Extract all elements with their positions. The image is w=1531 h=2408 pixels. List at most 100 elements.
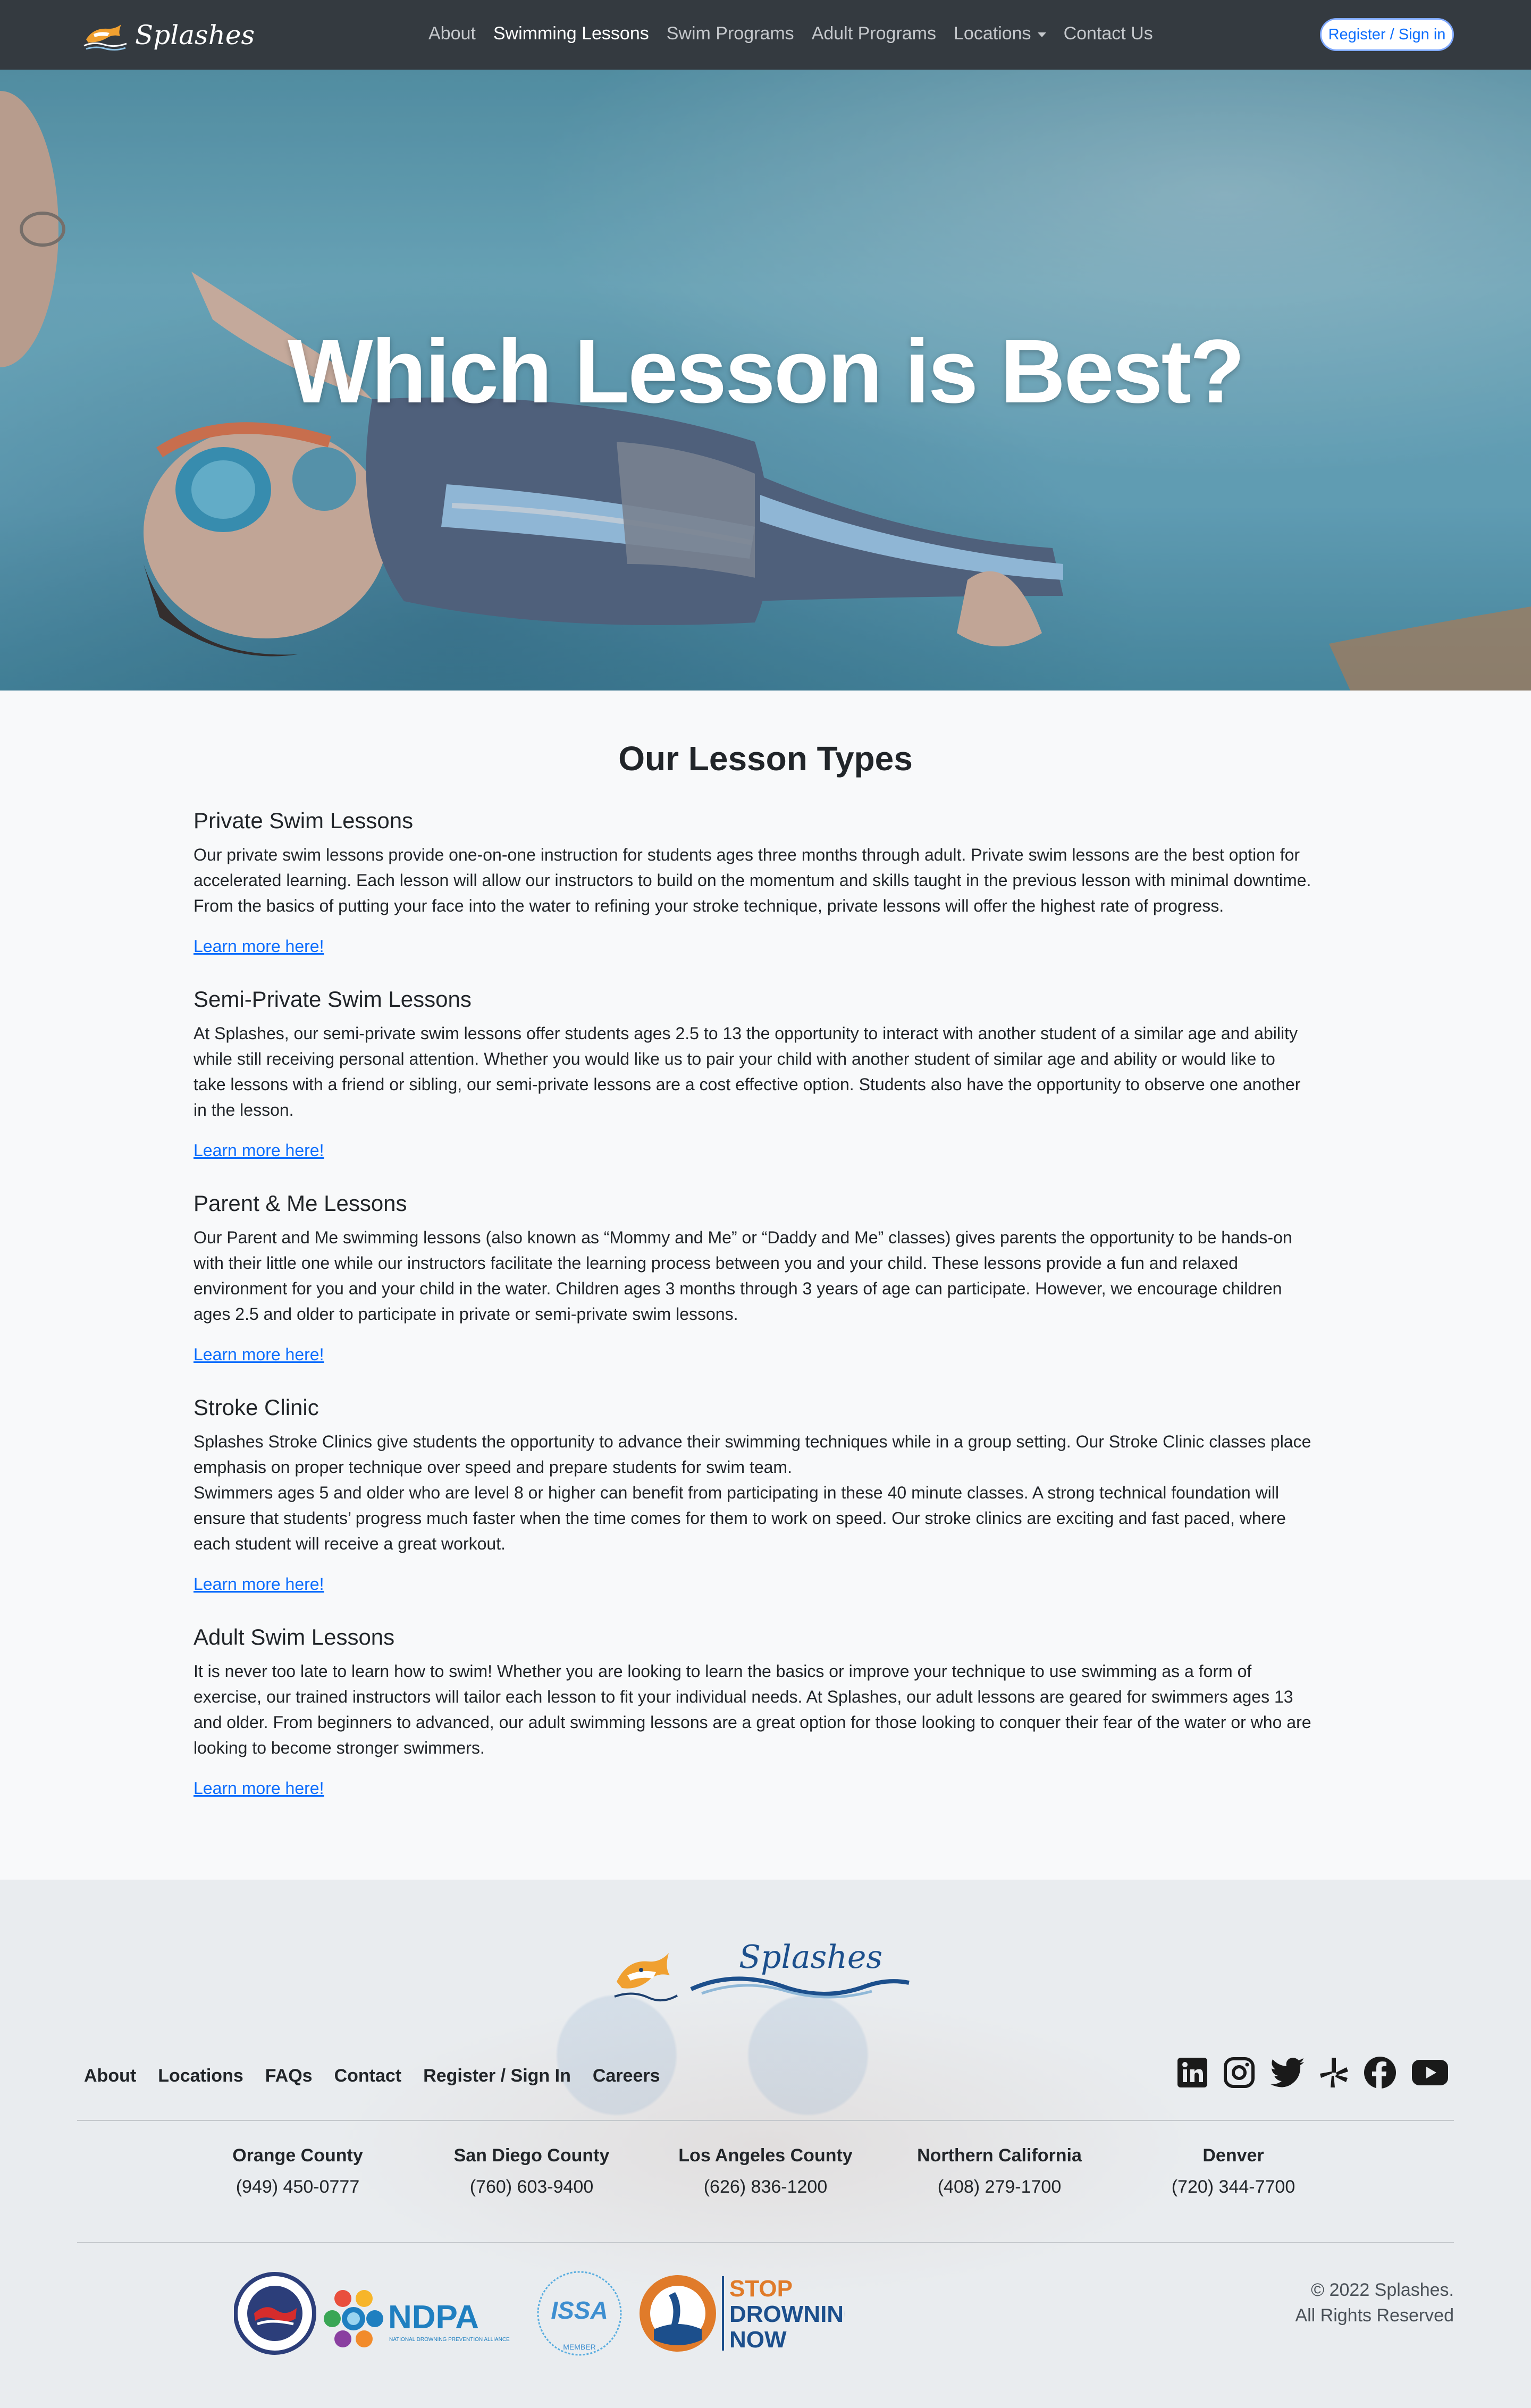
lesson-description: Our Parent and Me swimming lessons (also…: [194, 1225, 1337, 1327]
nav-locations-label: Locations: [954, 23, 1031, 44]
lesson-title: Semi-Private Swim Lessons: [194, 987, 472, 1012]
text-line: Our Parent and Me swimming lessons (also…: [194, 1228, 1292, 1247]
lesson-stroke-clinic: Stroke Clinic Splashes Stroke Clinics gi…: [194, 1395, 1337, 1556]
facebook-icon[interactable]: [1364, 2056, 1397, 2089]
navbar: Splashes About Swimming Lessons Swim Pro…: [0, 0, 1531, 70]
footer-link-locations[interactable]: Locations: [158, 2066, 243, 2086]
youtube-icon[interactable]: [1411, 2058, 1449, 2087]
region-name: Denver: [1202, 2145, 1264, 2166]
region-san-diego: San Diego County (760) 603-9400: [441, 2145, 622, 2197]
lesson-parent-me: Parent & Me Lessons Our Parent and Me sw…: [194, 1191, 1337, 1327]
region-northern-california: Northern California (408) 279-1700: [909, 2145, 1090, 2197]
region-name: Orange County: [232, 2145, 363, 2166]
learn-more-private-link[interactable]: Learn more here!: [194, 937, 324, 956]
nav-adult-programs[interactable]: Adult Programs: [812, 23, 936, 44]
learn-more-parent-me-link[interactable]: Learn more here!: [194, 1345, 324, 1365]
ndpa-subtext: NATIONAL DROWNING PREVENTION ALLIANCE: [389, 2337, 510, 2343]
instagram-icon[interactable]: [1223, 2057, 1255, 2089]
text-line: At Splashes, our semi-private swim lesso…: [194, 1024, 1298, 1043]
lesson-title: Private Swim Lessons: [194, 808, 414, 833]
region-phone[interactable]: (626) 836-1200: [675, 2177, 856, 2197]
brand-logo[interactable]: Splashes: [83, 18, 255, 52]
hero-title: Which Lesson is Best?: [288, 321, 1245, 422]
lesson-description: At Splashes, our semi-private swim lesso…: [194, 1021, 1337, 1123]
hero-banner: Which Lesson is Best?: [0, 70, 1531, 691]
text-line: Swimmers ages 5 and older who are level …: [194, 1483, 1279, 1502]
rights-line: All Rights Reserved: [1295, 2305, 1454, 2326]
nav-locations-dropdown[interactable]: Locations: [954, 23, 1046, 44]
drowning-text: DROWNING: [729, 2301, 845, 2327]
learn-more-semi-private-link[interactable]: Learn more here!: [194, 1141, 324, 1160]
footer-logo-text: Splashes: [739, 1939, 882, 1976]
footer-link-careers[interactable]: Careers: [593, 2066, 660, 2086]
dolphin-logo-icon: [83, 24, 127, 51]
ndpa-badge: NDPA NATIONAL DROWNING PREVENTION ALLIAN…: [324, 2290, 510, 2347]
text-line: ensure that students’ progress much fast…: [194, 1509, 1286, 1528]
issa-text: ISSA: [551, 2296, 608, 2324]
region-denver: Denver (720) 344-7700: [1143, 2145, 1324, 2197]
region-name: San Diego County: [453, 2145, 610, 2166]
lesson-title: Stroke Clinic: [194, 1395, 319, 1420]
footer-link-contact[interactable]: Contact: [334, 2066, 402, 2086]
region-name: Northern California: [917, 2145, 1082, 2166]
text-line: exercise, our trained instructors will t…: [194, 1687, 1293, 1706]
text-line: and older. From beginners to advanced, o…: [194, 1713, 1311, 1732]
stop-drowning-now-badge: STOP DROWNING NOW: [640, 2275, 845, 2353]
yelp-icon[interactable]: [1320, 2057, 1349, 2089]
text-line: take lessons with a friend or sibling, o…: [194, 1075, 1301, 1094]
text-line: ages 2.5 and older to participate in pri…: [194, 1304, 738, 1324]
main-nav: About Swimming Lessons Swim Programs Adu…: [428, 23, 1171, 44]
text-line: accelerated learning. Each lesson will a…: [194, 871, 1311, 890]
region-phone[interactable]: (949) 450-0777: [207, 2177, 388, 2197]
text-line: looking to become stronger swimmers.: [194, 1738, 485, 1757]
nav-about[interactable]: About: [428, 23, 476, 44]
lesson-semi-private: Semi-Private Swim Lessons At Splashes, o…: [194, 987, 1337, 1123]
section-title: Our Lesson Types: [618, 739, 913, 778]
copyright: © 2022 Splashes. All Rights Reserved: [1295, 2277, 1454, 2328]
splashes-footer-logo[interactable]: Splashes: [611, 1933, 920, 2013]
footer-link-register[interactable]: Register / Sign In: [423, 2066, 571, 2086]
copyright-line: © 2022 Splashes.: [1311, 2280, 1454, 2300]
text-line: each student will receive a great workou…: [194, 1534, 506, 1553]
footer: Splashes About Locations FAQs Contact Re…: [0, 1880, 1531, 2408]
text-line: emphasis on proper technique over speed …: [194, 1458, 792, 1477]
footer-link-faqs[interactable]: FAQs: [265, 2066, 313, 2086]
lesson-description: Splashes Stroke Clinics give students th…: [194, 1429, 1337, 1556]
text-line: From the basics of putting your face int…: [194, 896, 1224, 915]
text-line: environment for you and your child in th…: [194, 1279, 1282, 1298]
issa-member-text: MEMBER: [563, 2343, 595, 2351]
ndpa-text: NDPA: [388, 2299, 479, 2336]
lesson-private: Private Swim Lessons Our private swim le…: [194, 808, 1337, 919]
footer-divider: [77, 2242, 1454, 2243]
text-line: in the lesson.: [194, 1100, 294, 1119]
lesson-description: It is never too late to learn how to swi…: [194, 1658, 1337, 1761]
issa-badge: ISSA MEMBER: [537, 2271, 622, 2356]
footer-divider: [77, 2120, 1454, 2121]
text-line: with their little one while our instruct…: [194, 1253, 1238, 1273]
text-line: Our private swim lessons provide one-on-…: [194, 845, 1300, 864]
nav-contact-us[interactable]: Contact Us: [1064, 23, 1153, 44]
text-line: Splashes Stroke Clinics give students th…: [194, 1432, 1311, 1451]
affiliation-badges: NDPA NATIONAL DROWNING PREVENTION ALLIAN…: [234, 2271, 845, 2356]
learn-more-stroke-clinic-link[interactable]: Learn more here!: [194, 1575, 324, 1594]
linkedin-icon[interactable]: [1176, 2057, 1208, 2089]
text-line: It is never too late to learn how to swi…: [194, 1662, 1252, 1681]
region-phone[interactable]: (720) 344-7700: [1143, 2177, 1324, 2197]
twitter-icon[interactable]: [1270, 2057, 1305, 2089]
region-phone[interactable]: (760) 603-9400: [441, 2177, 622, 2197]
now-text: NOW: [729, 2327, 787, 2353]
footer-link-about[interactable]: About: [84, 2066, 136, 2086]
lesson-adult: Adult Swim Lessons It is never too late …: [194, 1624, 1337, 1761]
region-orange-county: Orange County (949) 450-0777: [207, 2145, 388, 2197]
lesson-description: Our private swim lessons provide one-on-…: [194, 842, 1337, 919]
lesson-title: Adult Swim Lessons: [194, 1624, 395, 1649]
lesson-title: Parent & Me Lessons: [194, 1191, 407, 1216]
nav-swim-programs[interactable]: Swim Programs: [667, 23, 794, 44]
footer-links: About Locations FAQs Contact Register / …: [84, 2066, 682, 2086]
stop-text: STOP: [729, 2276, 793, 2302]
register-signin-button[interactable]: Register / Sign in: [1320, 18, 1454, 51]
region-phone[interactable]: (408) 279-1700: [909, 2177, 1090, 2197]
nav-swimming-lessons[interactable]: Swimming Lessons: [493, 23, 649, 44]
caret-down-icon: [1037, 32, 1046, 37]
learn-more-adult-link[interactable]: Learn more here!: [194, 1779, 324, 1798]
